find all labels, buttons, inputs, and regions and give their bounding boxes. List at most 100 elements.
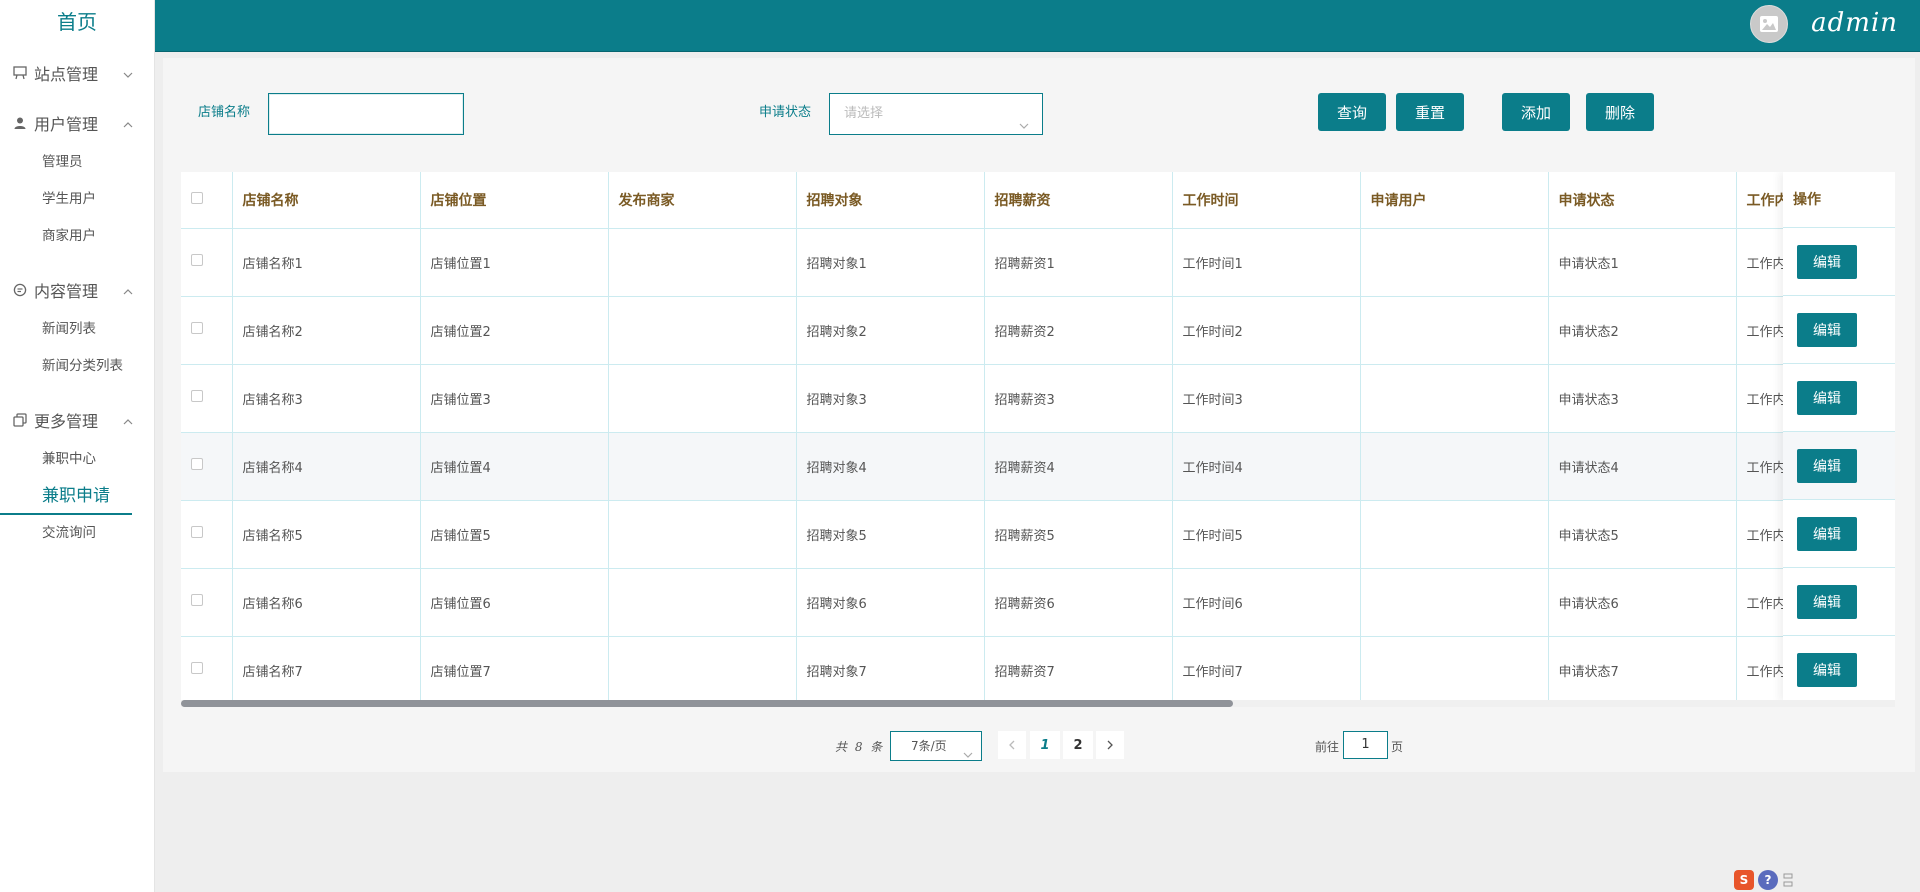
goto-prefix: 前往: [1315, 740, 1340, 754]
table-cell: 工作时间5: [1172, 500, 1361, 569]
table-cell: [608, 568, 797, 637]
query-button[interactable]: 查询: [1318, 93, 1386, 131]
next-page-button[interactable]: [1096, 731, 1124, 759]
table-cell: [1360, 432, 1549, 501]
column-header[interactable]: 招聘薪资: [984, 172, 1173, 229]
sidebar-item-job-application[interactable]: 兼职申请: [0, 478, 132, 515]
table-row[interactable]: 店铺名称4 店铺位置4 招聘对象4 招聘薪资4 工作时间4 申请状态4 工作内: [181, 432, 1895, 501]
row-checkbox[interactable]: [191, 390, 203, 402]
table-row[interactable]: 店铺名称7 店铺位置7 招聘对象7 招聘薪资7 工作时间7 申请状态7 工作内: [181, 636, 1895, 702]
edit-button[interactable]: 编辑: [1797, 312, 1857, 347]
row-select-cell: [181, 296, 233, 365]
chevron-up-icon: [122, 283, 134, 295]
sidebar-item-admin[interactable]: 管理员: [0, 144, 154, 181]
operation-cell: 编辑: [1783, 228, 1895, 296]
edit-button[interactable]: 编辑: [1797, 448, 1857, 483]
sidebar: 首页 站点管理 用户管理 管理员 学生用户 商家用户 内容管理 新闻列表 新闻分…: [0, 0, 155, 892]
row-checkbox[interactable]: [191, 458, 203, 470]
status-placeholder: 请选择: [844, 106, 884, 121]
status-select[interactable]: 请选择: [829, 93, 1043, 135]
sidebar-item-merchant-user[interactable]: 商家用户: [0, 218, 154, 255]
table-cell: 招聘对象3: [796, 364, 985, 433]
select-all-checkbox[interactable]: [191, 191, 203, 204]
menu-head-label: 内容管理: [34, 282, 99, 301]
table-cell: [608, 296, 797, 365]
home-link[interactable]: 首页: [0, 0, 154, 44]
column-header[interactable]: 申请状态: [1548, 172, 1737, 229]
user-icon: [12, 115, 28, 131]
row-checkbox[interactable]: [191, 322, 203, 334]
page-2-button[interactable]: 2: [1063, 731, 1093, 759]
table-row[interactable]: 店铺名称2 店铺位置2 招聘对象2 招聘薪资2 工作时间2 申请状态2 工作内: [181, 296, 1895, 365]
column-header[interactable]: 工作时间: [1172, 172, 1361, 229]
table-row[interactable]: 店铺名称3 店铺位置3 招聘对象3 招聘薪资3 工作时间3 申请状态3 工作内: [181, 364, 1895, 433]
table-cell: [1360, 636, 1549, 702]
row-checkbox[interactable]: [191, 254, 203, 266]
edit-button[interactable]: 编辑: [1797, 652, 1857, 687]
main-panel: 店铺名称 申请状态 请选择 查询 重置 添加 删除 店铺名称 店铺位置 发布商家…: [163, 58, 1915, 772]
table-cell: [1360, 568, 1549, 637]
copy-icon: [12, 412, 28, 428]
reset-button[interactable]: 重置: [1396, 93, 1464, 131]
table-row[interactable]: 店铺名称5 店铺位置5 招聘对象5 招聘薪资5 工作时间5 申请状态5 工作内: [181, 500, 1895, 569]
page-size-select[interactable]: 7条/页: [890, 731, 982, 761]
menu-group-content: 内容管理 新闻列表 新闻分类列表: [0, 269, 154, 385]
goto-page-input[interactable]: 1: [1343, 731, 1388, 759]
table-cell: 招聘对象2: [796, 296, 985, 365]
edit-button[interactable]: 编辑: [1797, 584, 1857, 619]
search-form: 店铺名称 申请状态 请选择 查询 重置 添加 删除: [163, 58, 1915, 168]
sidebar-item-consult[interactable]: 交流询问: [0, 515, 154, 552]
table-row[interactable]: 店铺名称6 店铺位置6 招聘对象6 招聘薪资6 工作时间6 申请状态6 工作内: [181, 568, 1895, 637]
column-header[interactable]: 店铺名称: [232, 172, 421, 229]
total-count: 共 8 条: [835, 740, 885, 754]
avatar[interactable]: [1750, 5, 1788, 43]
table-cell: 招聘薪资7: [984, 636, 1173, 702]
menu-head-more[interactable]: 更多管理: [0, 399, 154, 441]
delete-button[interactable]: 删除: [1586, 93, 1654, 131]
edit-button[interactable]: 编辑: [1797, 244, 1857, 279]
row-checkbox[interactable]: [191, 594, 203, 606]
chevron-right-icon: [1107, 740, 1113, 750]
menu-head-user[interactable]: 用户管理: [0, 102, 154, 144]
edit-button[interactable]: 编辑: [1797, 516, 1857, 551]
help-icon[interactable]: ?: [1758, 870, 1778, 890]
edit-button[interactable]: 编辑: [1797, 380, 1857, 415]
column-header[interactable]: 申请用户: [1360, 172, 1549, 229]
menu-head-site[interactable]: 站点管理: [0, 52, 154, 94]
table-cell: [608, 228, 797, 297]
ime-icon[interactable]: S: [1734, 870, 1754, 890]
column-header[interactable]: 招聘对象: [796, 172, 985, 229]
username[interactable]: admin: [1811, 8, 1898, 38]
column-header[interactable]: 发布商家: [608, 172, 797, 229]
table-cell: 申请状态7: [1548, 636, 1737, 702]
sidebar-item-news-category[interactable]: 新闻分类列表: [0, 348, 154, 385]
row-select-cell: [181, 568, 233, 637]
page-1-button[interactable]: 1: [1030, 731, 1060, 759]
table-cell: 招聘对象6: [796, 568, 985, 637]
table-cell: 申请状态2: [1548, 296, 1737, 365]
horizontal-scrollbar[interactable]: [181, 700, 1895, 707]
row-checkbox[interactable]: [191, 662, 203, 674]
row-checkbox[interactable]: [191, 526, 203, 538]
sidebar-item-news-list[interactable]: 新闻列表: [0, 311, 154, 348]
menu-head-content[interactable]: 内容管理: [0, 269, 154, 311]
table-cell: [608, 432, 797, 501]
table-header-row: 店铺名称 店铺位置 发布商家 招聘对象 招聘薪资 工作时间 申请用户 申请状态 …: [181, 172, 1895, 229]
chat-icon: [12, 282, 28, 298]
expand-icon[interactable]: [1782, 870, 1794, 890]
scrollbar-thumb[interactable]: [181, 700, 1233, 707]
pagination: 共 8 条 7条/页 1 2 前往 1 页: [163, 728, 1915, 762]
operation-cell: 编辑: [1783, 432, 1895, 500]
prev-page-button[interactable]: [998, 731, 1026, 759]
table-cell: 店铺名称3: [232, 364, 421, 433]
table-cell: 店铺位置4: [420, 432, 609, 501]
page-size-value: 7条/页: [911, 739, 947, 753]
table-cell: 申请状态5: [1548, 500, 1737, 569]
table-cell: 招聘薪资4: [984, 432, 1173, 501]
table-row[interactable]: 店铺名称1 店铺位置1 招聘对象1 招聘薪资1 工作时间1 申请状态1 工作内: [181, 228, 1895, 297]
column-header[interactable]: 店铺位置: [420, 172, 609, 229]
add-button[interactable]: 添加: [1502, 93, 1570, 131]
sidebar-item-student-user[interactable]: 学生用户: [0, 181, 154, 218]
shop-name-input[interactable]: [268, 93, 464, 135]
sidebar-item-job-center[interactable]: 兼职中心: [0, 441, 154, 478]
